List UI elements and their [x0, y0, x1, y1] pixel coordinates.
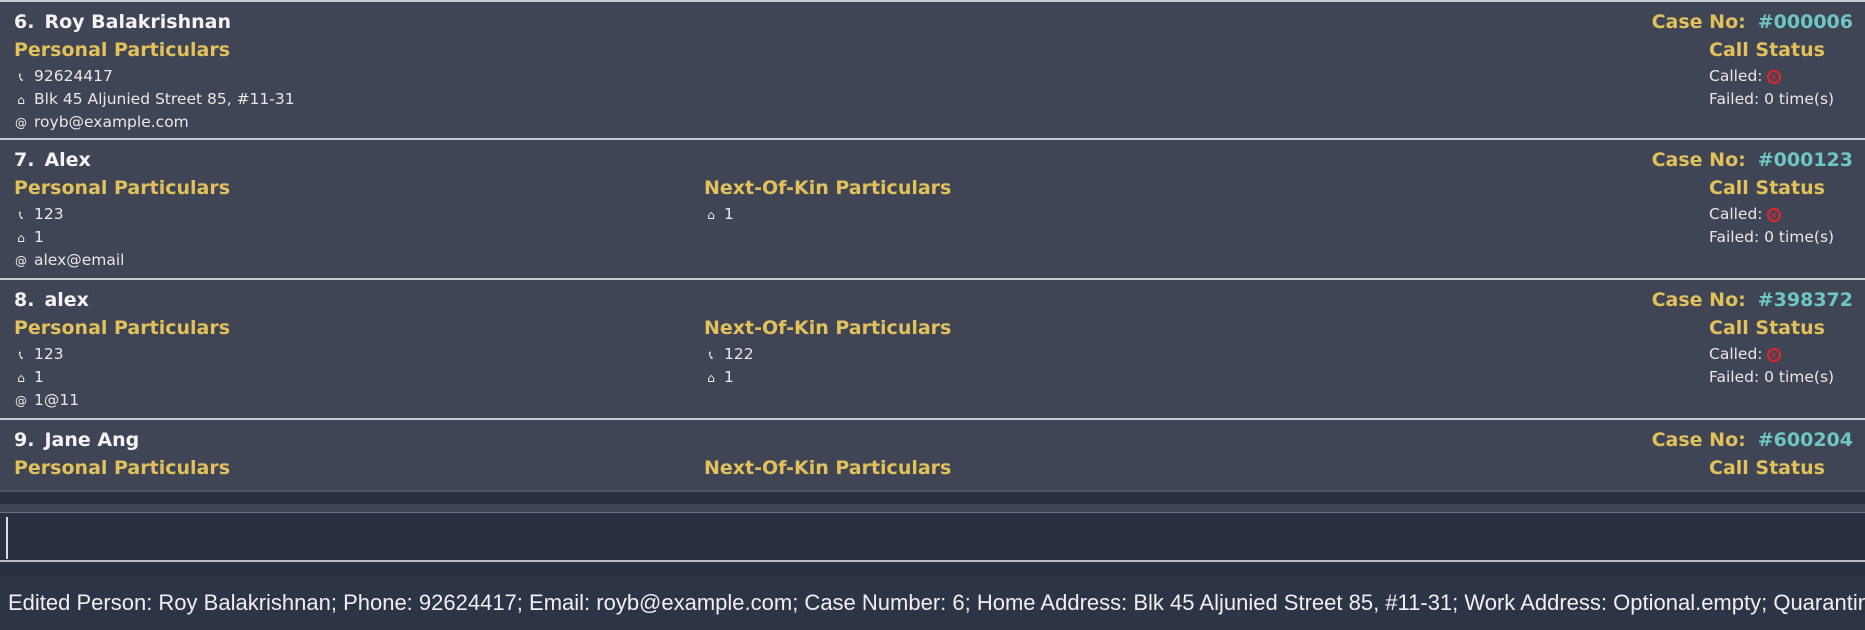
- case-number-value: #600204: [1757, 429, 1853, 451]
- home-icon: ⌂: [707, 371, 715, 385]
- case-number-label: Case No:: [1651, 149, 1746, 171]
- case-number: Case No: #000006: [1652, 11, 1853, 33]
- case-number-label: Case No:: [1651, 289, 1746, 311]
- phone-icon: 📞︎: [18, 208, 24, 222]
- phone-icon: 📞︎: [18, 348, 24, 362]
- call-status-heading: Call Status: [1709, 457, 1825, 479]
- person-index: 6.: [14, 11, 35, 33]
- person-name: 7. Alex: [14, 149, 91, 171]
- case-number: Case No: #000123: [1652, 149, 1853, 171]
- case-number-value: #000006: [1757, 11, 1853, 33]
- person-card[interactable]: 8. alex Case No: #398372 Personal Particul…: [0, 278, 1865, 416]
- case-number-value: #000123: [1757, 149, 1853, 171]
- case-number-value: #398372: [1757, 289, 1853, 311]
- red-x-circle-icon: ✕: [1766, 69, 1781, 84]
- person-list[interactable]: 6. Roy Balakrishnan Case No: #000006 Perso…: [0, 0, 1865, 490]
- failed-count: Failed: 0 time(s): [1709, 90, 1835, 108]
- called-status: Called: ✕: [1709, 203, 1781, 225]
- phone-line: 📞︎ 92624417: [14, 65, 113, 87]
- list-divider: [0, 490, 1865, 504]
- email-line: @ royb@example.com: [14, 111, 189, 133]
- red-x-circle-icon: ✕: [1766, 347, 1781, 362]
- person-card[interactable]: 7. Alex Case No: #000123 Personal Particul…: [0, 138, 1865, 276]
- at-sign-icon: @: [15, 254, 27, 268]
- next-of-kin-heading: Next-Of-Kin Particulars: [704, 457, 952, 479]
- case-number: Case No: #398372: [1652, 289, 1853, 311]
- phone-icon: 📞︎: [18, 70, 24, 84]
- called-status: Called: ✕: [1709, 343, 1781, 365]
- case-number: Case No: #600204: [1652, 429, 1853, 451]
- called-status: Called: ✕: [1709, 65, 1781, 87]
- result-text: Edited Person: Roy Balakrishnan; Phone: …: [8, 590, 1865, 615]
- address-line: ⌂ 1: [14, 226, 44, 248]
- red-x-circle-icon: ✕: [1766, 207, 1781, 222]
- home-icon: ⌂: [707, 208, 715, 222]
- home-icon: ⌂: [17, 231, 25, 245]
- next-of-kin-heading: Next-Of-Kin Particulars: [704, 317, 952, 339]
- person-name: 6. Roy Balakrishnan: [14, 11, 232, 33]
- person-index: 8.: [14, 289, 35, 311]
- personal-particulars-heading: Personal Particulars: [14, 457, 231, 479]
- person-index: 7.: [14, 149, 35, 171]
- at-sign-icon: @: [15, 394, 27, 408]
- result-display: Edited Person: Roy Balakrishnan; Phone: …: [0, 562, 1865, 630]
- case-number-label: Case No:: [1651, 429, 1746, 451]
- nok-address-line: ⌂ 1: [704, 203, 734, 225]
- next-of-kin-heading: Next-Of-Kin Particulars: [704, 177, 952, 199]
- call-status-heading: Call Status: [1709, 317, 1825, 339]
- command-box[interactable]: [0, 512, 1865, 562]
- person-card[interactable]: 9. Jane Ang Case No: #600204 Personal Part…: [0, 418, 1865, 490]
- call-status-heading: Call Status: [1709, 177, 1825, 199]
- person-name: 8. alex: [14, 289, 89, 311]
- phone-line: 📞︎ 123: [14, 203, 64, 225]
- nok-address-line: ⌂ 1: [704, 366, 734, 388]
- email-line: @ alex@email: [14, 249, 125, 271]
- failed-count: Failed: 0 time(s): [1709, 228, 1835, 246]
- home-icon: ⌂: [17, 371, 25, 385]
- personal-particulars-heading: Personal Particulars: [14, 39, 231, 61]
- failed-count: Failed: 0 time(s): [1709, 368, 1835, 386]
- call-status-heading: Call Status: [1709, 39, 1825, 61]
- home-icon: ⌂: [17, 93, 25, 107]
- address-line: ⌂ 1: [14, 366, 44, 388]
- personal-particulars-heading: Personal Particulars: [14, 317, 231, 339]
- at-sign-icon: @: [15, 116, 27, 130]
- phone-icon: 📞︎: [708, 348, 714, 362]
- phone-line: 📞︎ 123: [14, 343, 64, 365]
- personal-particulars-heading: Personal Particulars: [14, 177, 231, 199]
- address-line: ⌂ Blk 45 Aljunied Street 85, #11-31: [14, 88, 294, 110]
- case-number-label: Case No:: [1651, 11, 1746, 33]
- command-input[interactable]: [6, 517, 1864, 559]
- nok-phone-line: 📞︎ 122: [704, 343, 754, 365]
- person-name: 9. Jane Ang: [14, 429, 140, 451]
- person-card[interactable]: 6. Roy Balakrishnan Case No: #000006 Perso…: [0, 0, 1865, 138]
- email-line: @1@11: [14, 389, 79, 411]
- person-index: 9.: [14, 429, 35, 451]
